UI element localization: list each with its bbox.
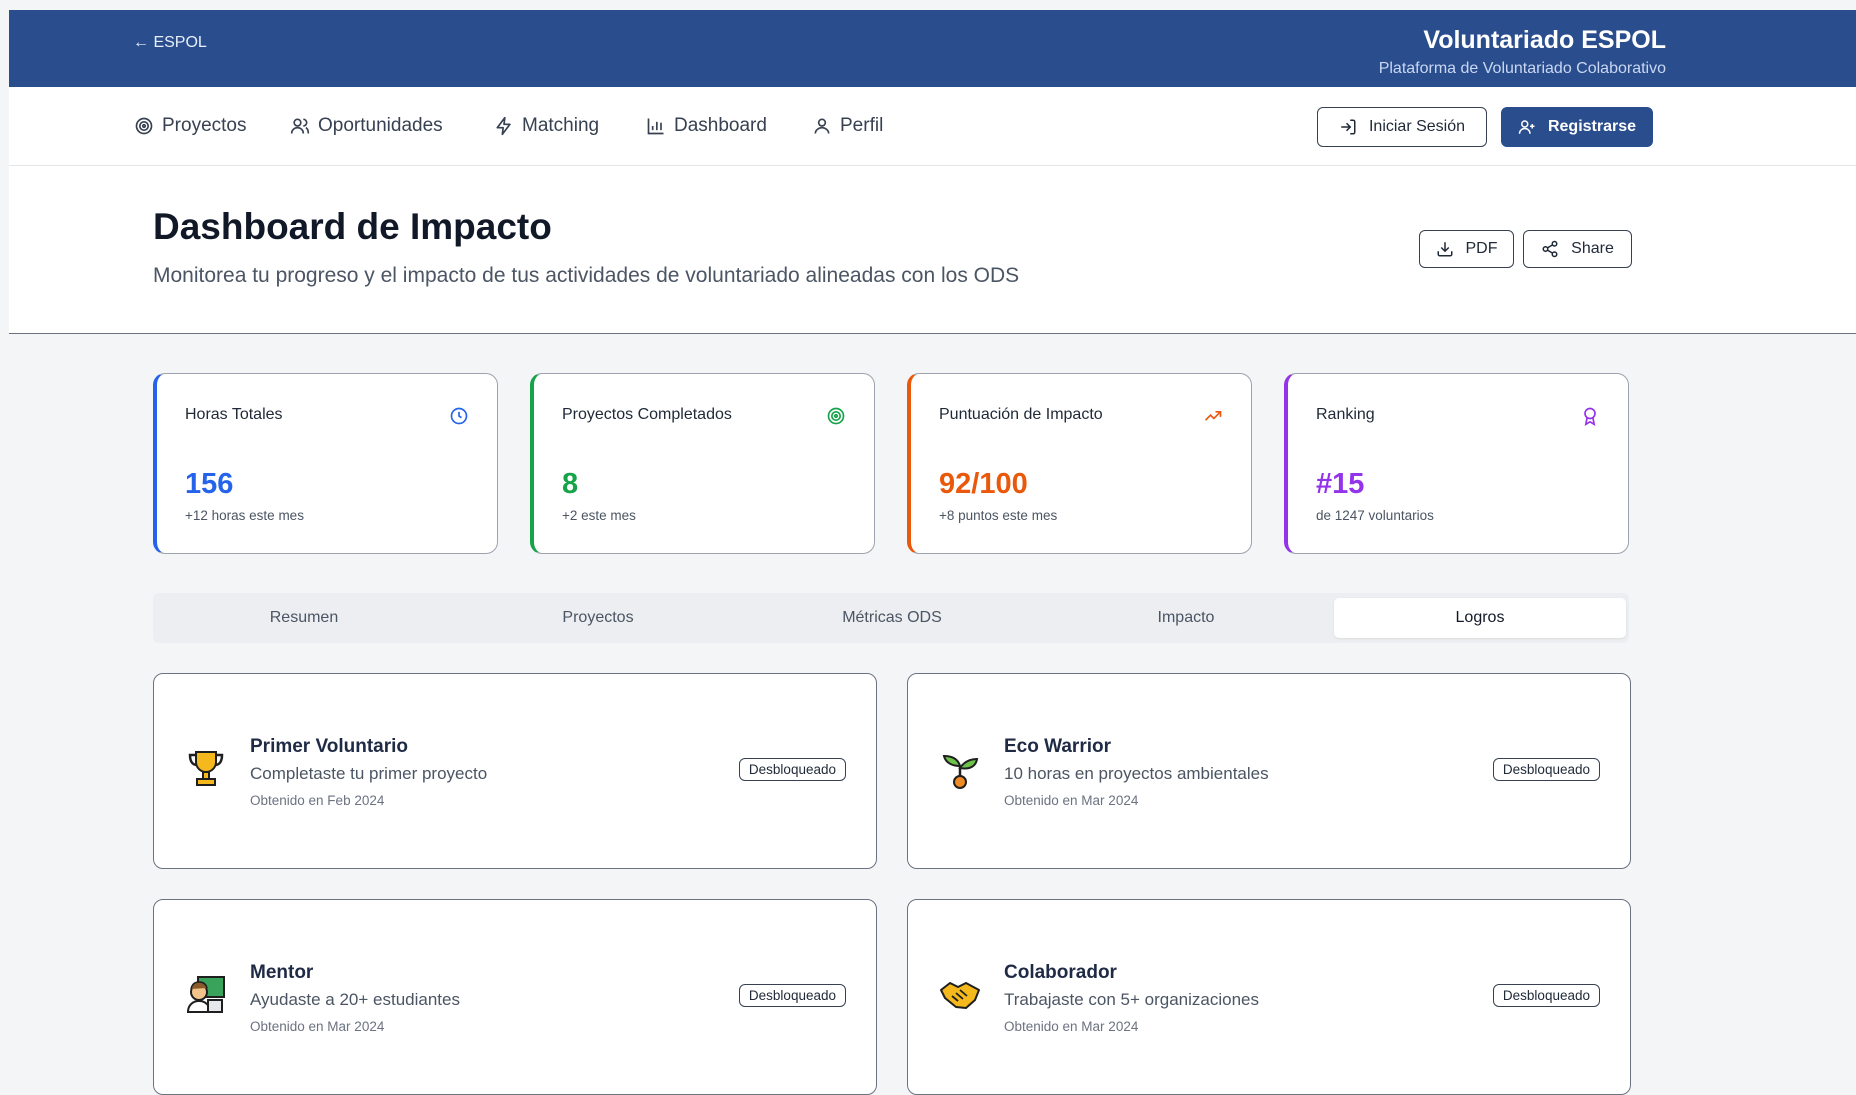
stat-card-horas-totales: Horas Totales 156 +12 horas este mes [153,373,498,554]
stat-value: 8 [562,468,579,500]
trending-up-icon [1204,411,1222,421]
achievement-date: Obtenido en Mar 2024 [1004,793,1139,808]
status-badge: Desbloqueado [738,758,846,781]
nav-label: Perfil [840,115,884,136]
stat-label: Puntuación de Impacto [939,406,1103,423]
login-label: Iniciar Sesión [1368,118,1466,135]
nav-label: Dashboard [674,115,767,136]
dashboard-tabs: Resumen Proyectos Métricas ODS Impacto L… [153,593,1629,643]
tab-resumen[interactable]: Resumen [158,598,450,638]
achievement-title: Mentor [250,962,314,983]
pdf-label: PDF [1465,240,1498,257]
nav-item-matching[interactable]: Matching [494,115,599,137]
teacher-icon [186,976,225,1013]
achievement-description: 10 horas en proyectos ambientales [1004,764,1269,783]
achievement-date: Obtenido en Mar 2024 [250,1019,385,1034]
back-to-espol-link[interactable]: ← ESPOL [133,34,207,52]
share-icon [1542,240,1558,258]
achievement-description: Trabajaste con 5+ organizaciones [1004,990,1259,1009]
register-button[interactable]: Registrarse [1501,107,1653,147]
nav-label: Matching [522,115,600,136]
tab-logros[interactable]: Logros [1334,598,1626,638]
stat-card-ranking: Ranking #15 de 1247 voluntarios [1284,373,1629,554]
share-button[interactable]: Share [1523,230,1632,268]
handshake-icon [940,982,980,1009]
seedling-icon [942,754,979,789]
achievement-card: Primer Voluntario Completaste tu primer … [153,673,877,869]
stat-value: #15 [1316,468,1365,500]
user-icon [814,118,830,134]
status-badge: Desbloqueado [1492,758,1600,781]
achievement-description: Completaste tu primer proyecto [250,764,488,783]
achievement-title: Primer Voluntario [250,736,409,757]
bolt-icon [496,116,511,136]
main-nav: Proyectos Oportunidades Matching Dashboa… [9,87,1856,166]
user-plus-icon [1518,120,1535,134]
stat-card-puntuacion-impacto: Puntuación de Impacto 92/100 +8 puntos e… [907,373,1252,554]
pdf-button[interactable]: PDF [1419,230,1514,268]
download-icon [1437,242,1452,257]
stat-label: Ranking [1316,406,1375,423]
achievement-title: Colaborador [1004,962,1117,983]
brand-title: Voluntariado ESPOL [1423,26,1666,54]
brand-subtitle: Plataforma de Voluntariado Colaborativo [1378,60,1666,77]
nav-item-perfil[interactable]: Perfil [812,115,883,137]
clock-icon [450,407,468,425]
bar-chart-icon [647,118,664,135]
status-badge: Desbloqueado [738,984,846,1007]
login-button[interactable]: Iniciar Sesión [1317,107,1487,147]
log-in-icon [1341,119,1356,135]
achievement-date: Obtenido en Feb 2024 [250,793,385,808]
users-icon [290,118,310,134]
tab-proyectos[interactable]: Proyectos [452,598,744,638]
target-icon [135,117,153,135]
nav-item-dashboard[interactable]: Dashboard [646,115,767,137]
stat-sub: +8 puntos este mes [939,508,1058,523]
stat-sub: +2 este mes [562,508,636,523]
status-badge: Desbloqueado [1492,984,1600,1007]
stat-sub: de 1247 voluntarios [1316,508,1434,523]
achievement-title: Eco Warrior [1004,736,1111,757]
achievement-description: Ayudaste a 20+ estudiantes [250,990,460,1009]
stat-sub: +12 horas este mes [185,508,304,523]
stat-card-proyectos-completados: Proyectos Completados 8 +2 este mes [530,373,875,554]
achievement-card: Colaborador Trabajaste con 5+ organizaci… [907,899,1631,1095]
stat-label: Horas Totales [185,406,283,423]
achievement-card: Eco Warrior 10 horas en proyectos ambien… [907,673,1631,869]
nav-label: Proyectos [162,115,247,136]
stat-value: 156 [185,468,234,500]
stat-label: Proyectos Completados [562,406,732,423]
share-label: Share [1571,240,1614,257]
nav-label: Oportunidades [318,115,443,136]
achievement-date: Obtenido en Mar 2024 [1004,1019,1139,1034]
nav-item-proyectos[interactable]: Proyectos [134,115,246,137]
register-label: Registrarse [1547,118,1637,135]
trophy-icon [188,751,224,786]
top-banner: ← ESPOL Voluntariado ESPOL Plataforma de… [9,10,1856,87]
award-icon [1584,407,1596,426]
achievement-card: Mentor Ayudaste a 20+ estudiantes Obteni… [153,899,877,1095]
tab-metricas-ods[interactable]: Métricas ODS [746,598,1038,638]
tab-impacto[interactable]: Impacto [1040,598,1332,638]
target-icon [827,407,845,425]
page-header: Dashboard de Impacto Monitorea tu progre… [9,166,1856,334]
page-subtitle: Monitorea tu progreso y el impacto de tu… [153,264,1020,287]
nav-item-oportunidades[interactable]: Oportunidades [290,115,443,137]
page-title: Dashboard de Impacto [153,206,552,247]
stat-value: 92/100 [939,468,1028,500]
